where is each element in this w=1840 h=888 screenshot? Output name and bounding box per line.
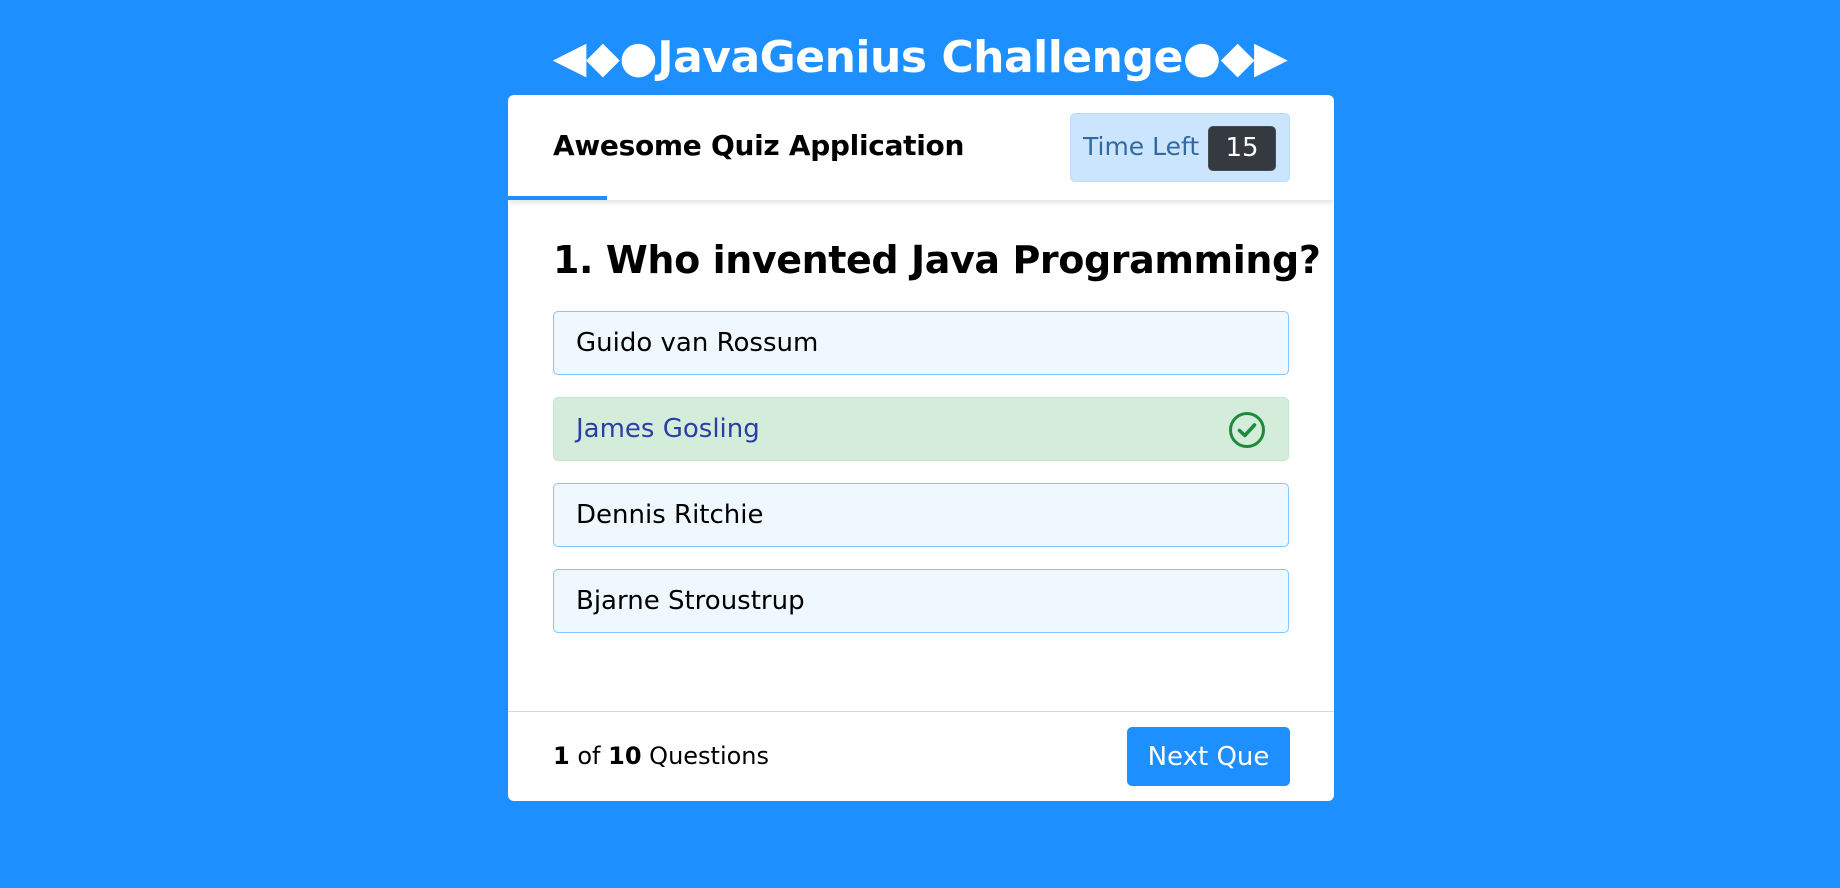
option-label: Dennis Ritchie <box>576 500 764 530</box>
question-text: 1. Who invented Java Programming? <box>553 238 1321 282</box>
current-question-number: 1 <box>553 742 570 770</box>
question-counter: 1 of 10 Questions <box>553 742 769 770</box>
next-question-button[interactable]: Next Que <box>1127 727 1290 786</box>
option-label: James Gosling <box>576 414 760 444</box>
quiz-header-title: Awesome Quiz Application <box>553 129 965 162</box>
option-label: Guido van Rossum <box>576 328 819 358</box>
total-question-count: 10 <box>608 742 642 770</box>
option-item[interactable]: Bjarne Stroustrup <box>553 569 1289 633</box>
quiz-header: Awesome Quiz Application Time Left 15 <box>508 95 1334 200</box>
option-list: Guido van Rossum James Gosling Dennis Ri… <box>553 311 1289 633</box>
timer-label: Time Left <box>1083 132 1200 161</box>
option-item[interactable]: Guido van Rossum <box>553 311 1289 375</box>
counter-suffix: Questions <box>649 742 770 770</box>
counter-of: of <box>577 742 601 770</box>
option-item[interactable]: Dennis Ritchie <box>553 483 1289 547</box>
timer-seconds: 15 <box>1208 126 1276 171</box>
timer: Time Left 15 <box>1070 113 1290 182</box>
check-circle-icon <box>1229 412 1265 448</box>
quiz-footer: 1 of 10 Questions Next Que <box>508 711 1334 801</box>
app-title: ◀◆●JavaGenius Challenge●◆▶ <box>552 32 1288 83</box>
option-label: Bjarne Stroustrup <box>576 586 805 616</box>
option-item-correct[interactable]: James Gosling <box>553 397 1289 461</box>
quiz-box: Awesome Quiz Application Time Left 15 1.… <box>508 95 1334 801</box>
quiz-section: 1. Who invented Java Programming? Guido … <box>508 200 1334 633</box>
